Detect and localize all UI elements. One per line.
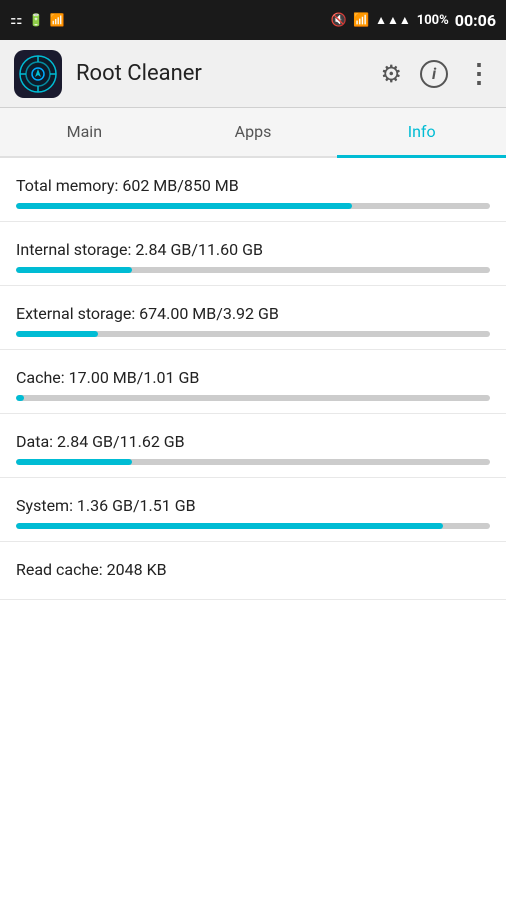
info-row-label: System: 1.36 GB/1.51 GB xyxy=(16,496,490,515)
status-bar-right: 🔇 📶 ▲▲▲ 100% 00:06 xyxy=(331,11,496,30)
progress-bar-fill xyxy=(16,267,132,273)
progress-bar-container xyxy=(16,267,490,273)
info-row: System: 1.36 GB/1.51 GB xyxy=(0,478,506,542)
progress-bar-container xyxy=(16,523,490,529)
app-title: Root Cleaner xyxy=(76,61,380,86)
info-icon[interactable]: i xyxy=(420,60,448,88)
progress-bar-container xyxy=(16,203,490,209)
settings-icon[interactable]: ⚙ xyxy=(380,60,402,88)
info-row: External storage: 674.00 MB/3.92 GB xyxy=(0,286,506,350)
info-row-label: Cache: 17.00 MB/1.01 GB xyxy=(16,368,490,387)
wifi-icon: 📶 xyxy=(353,13,369,28)
time-display: 00:06 xyxy=(455,11,496,30)
cellular-icon: ▲▲▲ xyxy=(375,13,411,27)
info-row-label: External storage: 674.00 MB/3.92 GB xyxy=(16,304,490,323)
progress-bar-container xyxy=(16,395,490,401)
app-icon xyxy=(14,50,62,98)
progress-bar-fill xyxy=(16,395,24,401)
app-header: Root Cleaner ⚙ i ⋮ xyxy=(0,40,506,108)
tab-bar: Main Apps Info xyxy=(0,108,506,158)
info-row: Cache: 17.00 MB/1.01 GB xyxy=(0,350,506,414)
info-row: Internal storage: 2.84 GB/11.60 GB xyxy=(0,222,506,286)
info-row-label: Internal storage: 2.84 GB/11.60 GB xyxy=(16,240,490,259)
progress-bar-fill xyxy=(16,459,132,465)
info-row: Total memory: 602 MB/850 MB xyxy=(0,158,506,222)
usb-icon: ⚏ xyxy=(10,12,23,28)
signal-icon: 📶 xyxy=(50,13,65,27)
progress-bar-container xyxy=(16,459,490,465)
tab-apps[interactable]: Apps xyxy=(169,108,338,158)
tab-main[interactable]: Main xyxy=(0,108,169,158)
more-options-icon[interactable]: ⋮ xyxy=(466,59,492,89)
battery-small-icon: 🔋 xyxy=(29,13,44,27)
info-row-label: Read cache: 2048 KB xyxy=(16,560,490,579)
status-bar: ⚏ 🔋 📶 🔇 📶 ▲▲▲ 100% 00:06 xyxy=(0,0,506,40)
battery-icon: 100% xyxy=(417,13,449,28)
mute-icon: 🔇 xyxy=(331,13,347,28)
info-content: Total memory: 602 MB/850 MB Internal stor… xyxy=(0,158,506,900)
header-icons: ⚙ i ⋮ xyxy=(380,59,492,89)
info-row: Data: 2.84 GB/11.62 GB xyxy=(0,414,506,478)
tab-info[interactable]: Info xyxy=(337,108,506,158)
info-row-label: Data: 2.84 GB/11.62 GB xyxy=(16,432,490,451)
info-row-label: Total memory: 602 MB/850 MB xyxy=(16,176,490,195)
progress-bar-fill xyxy=(16,203,352,209)
progress-bar-fill xyxy=(16,523,443,529)
status-bar-left: ⚏ 🔋 📶 xyxy=(10,12,64,28)
info-row: Read cache: 2048 KB xyxy=(0,542,506,600)
progress-bar-fill xyxy=(16,331,98,337)
progress-bar-container xyxy=(16,331,490,337)
